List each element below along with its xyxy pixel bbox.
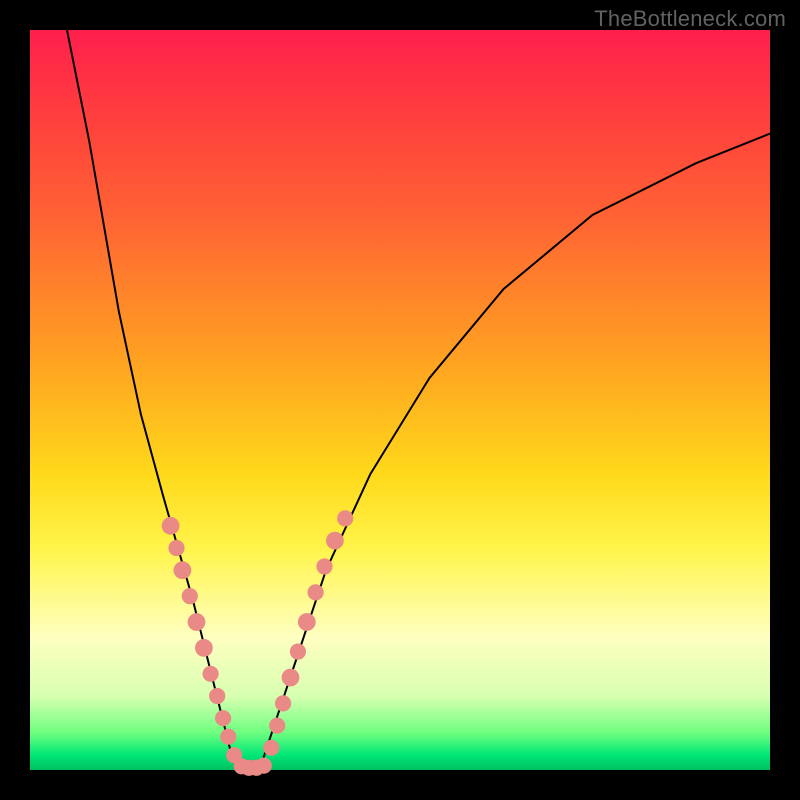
data-marker [168, 540, 184, 556]
data-marker [162, 517, 180, 535]
data-marker [326, 532, 344, 550]
data-marker [316, 558, 332, 574]
data-marker [337, 510, 353, 526]
data-marker [209, 688, 225, 704]
data-marker [269, 718, 285, 734]
series-left-branch [67, 30, 237, 770]
data-marker [298, 613, 316, 631]
data-marker [220, 729, 236, 745]
data-marker [308, 584, 324, 600]
chart-frame: TheBottleneck.com [0, 0, 800, 800]
data-marker [275, 695, 291, 711]
chart-svg [30, 30, 770, 770]
data-marker [188, 613, 206, 631]
data-marker [174, 561, 192, 579]
data-marker [282, 669, 300, 687]
data-marker [182, 588, 198, 604]
data-marker [195, 639, 213, 657]
data-marker [290, 644, 306, 660]
data-marker [203, 666, 219, 682]
data-marker [215, 710, 231, 726]
data-marker [263, 740, 279, 756]
marker-group [162, 510, 354, 776]
series-right-branch [259, 134, 770, 770]
watermark-text: TheBottleneck.com [594, 6, 786, 32]
data-marker [256, 758, 272, 774]
plot-area [30, 30, 770, 770]
